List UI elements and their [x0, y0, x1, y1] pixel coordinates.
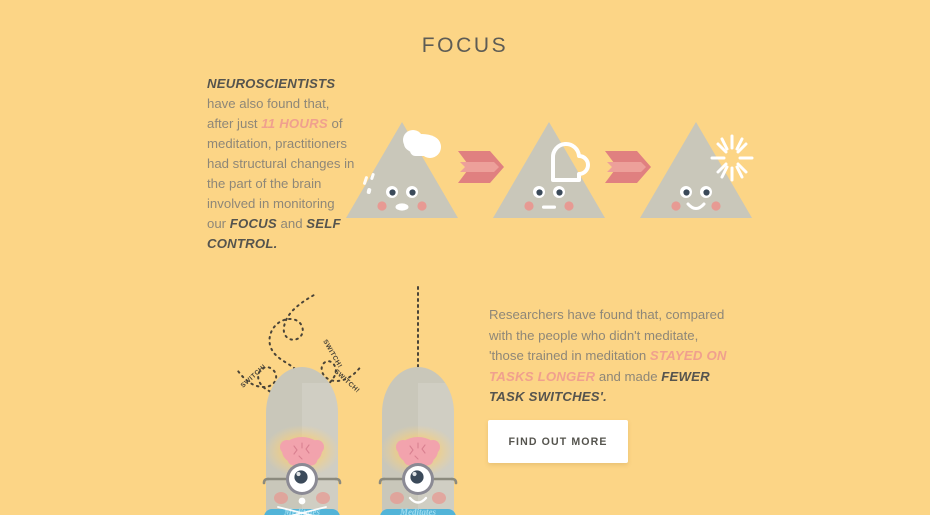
intro-text-2: of meditation, practitioners had structu… [207, 116, 355, 231]
intro-paragraph: NEUROSCIENTISTS have also found that, af… [207, 74, 357, 254]
triangle-mood-progression [346, 122, 754, 218]
goggle-eye [402, 463, 434, 495]
switch-label: SWITCH! [321, 339, 343, 370]
mouth-flat-line [542, 205, 556, 209]
triangle-stressed [346, 122, 458, 218]
progress-arrow [605, 151, 651, 183]
intro-text-3: and [276, 216, 307, 231]
mouth-open-oval [395, 203, 409, 211]
triangle-neutral [493, 122, 605, 218]
intro-hours-highlight: 11 HOURS [261, 116, 328, 131]
robot-meditator: Meditates [378, 286, 458, 515]
meditation-comparison-illustration: SWITCH! SWITCH! SWITCH! Meditates Medita… [237, 286, 458, 515]
intro-focus-emphasis: FOCUS [229, 216, 277, 231]
research-paragraph: Researchers have found that, compared wi… [489, 305, 732, 408]
sun-burst-icon [710, 134, 754, 182]
research-text-2: and made [595, 368, 662, 384]
triangle-shape [640, 122, 752, 218]
intro-lead-text: NEUROSCIENTISTS [207, 76, 336, 91]
robot-non-meditator: SWITCH! SWITCH! SWITCH! Meditates [237, 294, 363, 515]
progress-arrow [458, 151, 504, 183]
switch-label: SWITCH! [240, 363, 268, 389]
page-title: FOCUS [421, 34, 509, 57]
goggle-eye [286, 463, 318, 495]
switch-label: SWITCH! [333, 368, 361, 394]
overall-label: Meditates [399, 507, 436, 515]
find-out-more-button[interactable]: FIND OUT MORE [488, 420, 628, 463]
triangle-happy [640, 122, 754, 218]
infographic-page: FOCUS NEUROSCIENTISTS have also found th… [0, 0, 930, 515]
mouth-small-o [298, 497, 306, 505]
